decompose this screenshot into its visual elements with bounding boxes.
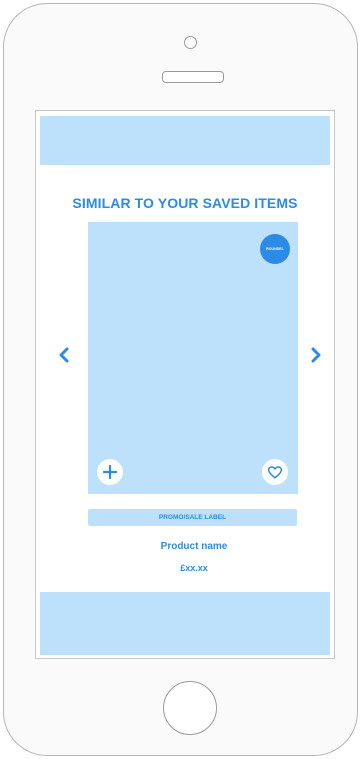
product-name[interactable]: Product name (36, 541, 352, 552)
chevron-right-icon (311, 347, 321, 363)
phone-screen: SIMILAR TO YOUR SAVED ITEMS ROUNDEL PROM… (35, 110, 335, 659)
home-button[interactable] (163, 681, 217, 735)
chevron-left-icon (59, 347, 69, 363)
product-image[interactable]: ROUNDEL (88, 222, 298, 494)
carousel-prev-button[interactable] (56, 347, 72, 367)
header-placeholder (40, 116, 330, 165)
phone-frame: SIMILAR TO YOUR SAVED ITEMS ROUNDEL PROM… (3, 3, 358, 756)
roundel-badge: ROUNDEL (260, 234, 290, 264)
save-item-button[interactable] (262, 459, 288, 485)
footer-placeholder (40, 592, 330, 655)
product-price: £xx.xx (180, 563, 208, 573)
add-to-bag-button[interactable] (97, 459, 123, 485)
section-title: SIMILAR TO YOUR SAVED ITEMS (72, 195, 298, 211)
earpiece-speaker (162, 71, 224, 83)
carousel-next-button[interactable] (308, 347, 324, 367)
promo-label: PROMO/SALE LABEL (88, 509, 297, 526)
heart-icon (268, 465, 282, 479)
plus-icon (103, 465, 117, 479)
front-camera (184, 36, 197, 49)
